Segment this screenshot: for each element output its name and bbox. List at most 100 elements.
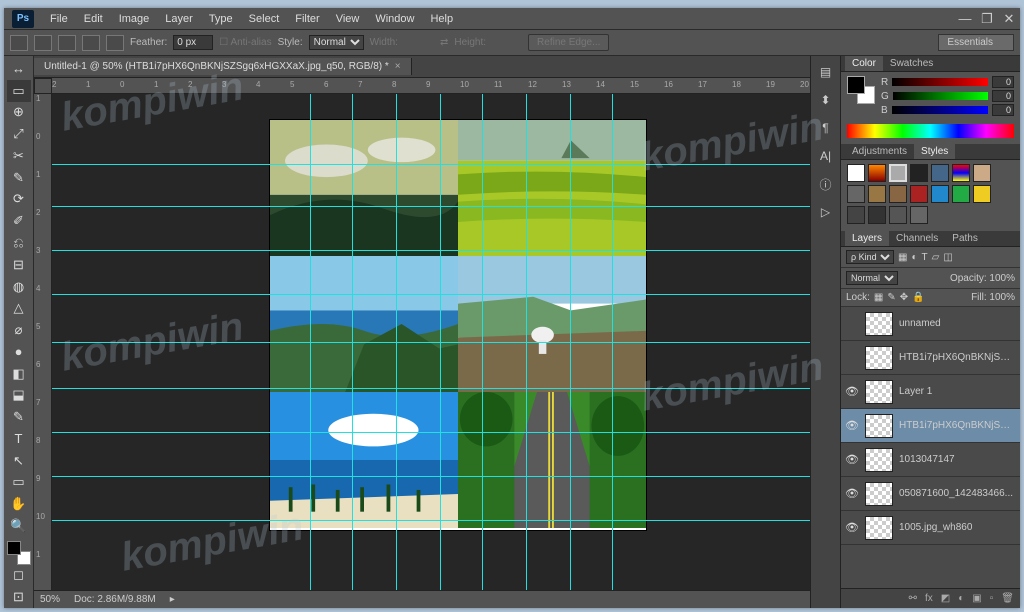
visibility-icon[interactable]: 👁: [845, 487, 859, 500]
guide-horizontal[interactable]: [52, 388, 810, 389]
g-input[interactable]: [992, 90, 1014, 102]
tool-17[interactable]: T: [7, 428, 31, 450]
style-swatch[interactable]: [889, 185, 907, 203]
fx-icon[interactable]: fx: [925, 593, 933, 604]
visibility-icon[interactable]: 👁: [845, 419, 859, 432]
menu-help[interactable]: Help: [422, 13, 461, 25]
tab-channels[interactable]: Channels: [889, 231, 945, 246]
trash-icon[interactable]: 🗑: [1001, 593, 1014, 604]
marquee-row-icon[interactable]: [82, 35, 100, 51]
filter-image-icon[interactable]: ▦: [898, 252, 907, 263]
tool-19[interactable]: ▭: [7, 472, 31, 494]
menu-window[interactable]: Window: [367, 13, 422, 25]
style-swatch[interactable]: [910, 185, 928, 203]
style-swatch[interactable]: [973, 164, 991, 182]
guide-horizontal[interactable]: [52, 476, 810, 477]
lock-all-icon[interactable]: 🔒: [912, 292, 924, 303]
fill-value[interactable]: 100%: [989, 292, 1015, 303]
layer-row[interactable]: unnamed: [841, 307, 1020, 341]
guide-vertical[interactable]: [526, 94, 527, 590]
marquee-ellipse-icon[interactable]: [58, 35, 76, 51]
maximize-button[interactable]: ❐: [976, 11, 998, 27]
new-layer-icon[interactable]: ▫: [990, 593, 994, 604]
style-swatch[interactable]: [847, 164, 865, 182]
info-icon[interactable]: ⓘ: [815, 174, 837, 194]
opacity-value[interactable]: 100%: [989, 273, 1015, 284]
feather-input[interactable]: [173, 35, 213, 50]
tool-9[interactable]: ⊟: [7, 254, 31, 276]
menu-view[interactable]: View: [328, 13, 368, 25]
layer-thumbnail[interactable]: [865, 312, 893, 336]
menu-image[interactable]: Image: [111, 13, 158, 25]
tool-6[interactable]: ⟳: [7, 189, 31, 211]
filter-adjust-icon[interactable]: ◐: [911, 252, 917, 263]
layer-row[interactable]: 👁1013047147: [841, 443, 1020, 477]
marquee-rect-icon[interactable]: [34, 35, 52, 51]
tab-adjustments[interactable]: Adjustments: [845, 144, 914, 159]
g-slider[interactable]: [893, 92, 988, 100]
style-swatch[interactable]: [910, 206, 928, 224]
layer-thumbnail[interactable]: [865, 448, 893, 472]
document-tab[interactable]: Untitled-1 @ 50% (HTB1i7pHX6QnBKNjSZSgq6…: [34, 58, 412, 75]
filter-shape-icon[interactable]: ▱: [932, 252, 940, 263]
tool-15[interactable]: ⬓: [7, 384, 31, 406]
layer-filter-select[interactable]: ρ Kind: [846, 250, 894, 264]
guide-horizontal[interactable]: [52, 164, 810, 165]
style-swatch[interactable]: [910, 164, 928, 182]
history-icon[interactable]: ▤: [815, 62, 837, 82]
visibility-icon[interactable]: 👁: [845, 521, 859, 534]
fill-adj-icon[interactable]: ◐: [958, 593, 964, 604]
guide-vertical[interactable]: [352, 94, 353, 590]
menu-filter[interactable]: Filter: [287, 13, 327, 25]
tool-0[interactable]: ↔: [7, 58, 31, 80]
ruler-vertical[interactable]: 10123456789101: [34, 94, 52, 590]
lock-position-icon[interactable]: ✥: [900, 292, 908, 303]
properties-icon[interactable]: ⬍: [815, 90, 837, 110]
layer-row[interactable]: 👁HTB1i7pHX6QnBKNjSZS...: [841, 409, 1020, 443]
style-swatch[interactable]: [868, 206, 886, 224]
screenmode-icon[interactable]: ⊡: [7, 586, 31, 608]
style-swatch[interactable]: [889, 206, 907, 224]
spectrum-slider[interactable]: [847, 124, 1014, 138]
workspace-selector[interactable]: Essentials: [938, 34, 1014, 51]
tab-paths[interactable]: Paths: [945, 231, 985, 246]
canvas[interactable]: [52, 94, 810, 590]
guide-vertical[interactable]: [570, 94, 571, 590]
color-swatch[interactable]: [847, 76, 875, 104]
layer-thumbnail[interactable]: [865, 482, 893, 506]
guide-horizontal[interactable]: [52, 432, 810, 433]
style-swatch[interactable]: [847, 206, 865, 224]
tool-1[interactable]: ▭: [7, 80, 31, 102]
style-swatch[interactable]: [847, 185, 865, 203]
layer-row[interactable]: 👁050871600_142483466...: [841, 477, 1020, 511]
style-swatch[interactable]: [931, 185, 949, 203]
menu-layer[interactable]: Layer: [157, 13, 201, 25]
tool-13[interactable]: ●: [7, 341, 31, 363]
link-layers-icon[interactable]: ⚯: [909, 593, 917, 604]
b-input[interactable]: [992, 104, 1014, 116]
blend-mode-select[interactable]: Normal: [846, 271, 898, 285]
style-swatch[interactable]: [868, 185, 886, 203]
tool-21[interactable]: 🔍: [7, 515, 31, 537]
filter-smart-icon[interactable]: ◫: [943, 252, 952, 263]
tab-swatches[interactable]: Swatches: [883, 56, 940, 71]
layer-row[interactable]: 👁Layer 1: [841, 375, 1020, 409]
guide-horizontal[interactable]: [52, 294, 810, 295]
zoom-level[interactable]: 50%: [40, 594, 60, 605]
style-swatch[interactable]: [868, 164, 886, 182]
quickmask-icon[interactable]: ◻: [7, 565, 31, 587]
tool-14[interactable]: ◧: [7, 363, 31, 385]
navigator-icon[interactable]: ▷: [815, 202, 837, 222]
group-icon[interactable]: ▣: [972, 593, 981, 604]
visibility-icon[interactable]: 👁: [845, 385, 859, 398]
tool-18[interactable]: ↖: [7, 450, 31, 472]
tool-2[interactable]: ⊕: [7, 102, 31, 124]
menu-type[interactable]: Type: [201, 13, 241, 25]
layer-row[interactable]: HTB1i7pHX6QnBKNjSZS...: [841, 341, 1020, 375]
close-button[interactable]: ✕: [998, 11, 1020, 27]
tool-5[interactable]: ✎: [7, 167, 31, 189]
filter-type-icon[interactable]: T: [922, 252, 928, 263]
tool-3[interactable]: ⤢: [7, 123, 31, 145]
tab-color[interactable]: Color: [845, 56, 883, 71]
app-logo[interactable]: Ps: [12, 10, 34, 28]
